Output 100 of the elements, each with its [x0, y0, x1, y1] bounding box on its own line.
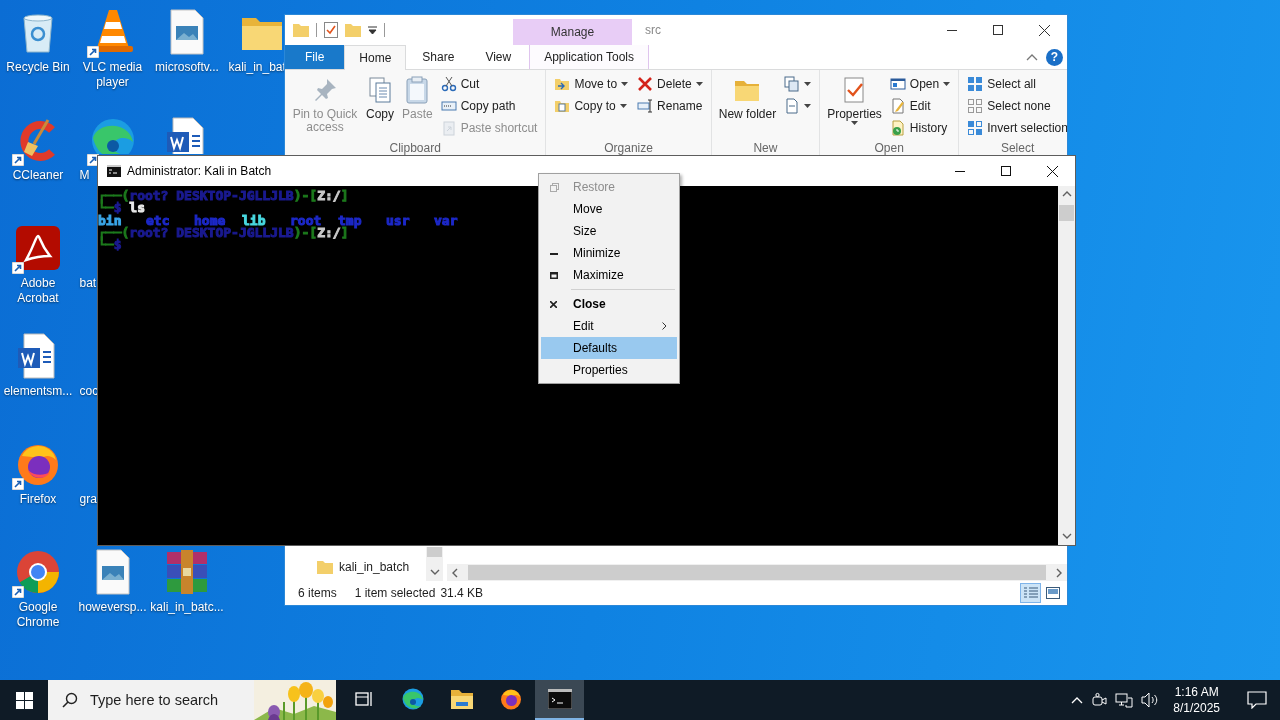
task-view-icon [354, 691, 373, 707]
terminal-icon[interactable] [107, 165, 121, 177]
rename-icon [637, 98, 654, 114]
shortcut-arrow-icon [12, 478, 24, 490]
volume-icon[interactable] [1141, 692, 1160, 708]
ribbon-button[interactable]: Properties [825, 73, 884, 125]
notification-icon [1247, 691, 1267, 709]
ribbon-button[interactable]: Copy path [437, 95, 541, 117]
status-text: 31.4 KB [440, 586, 484, 600]
ribbon-button[interactable]: Select none [964, 95, 1067, 117]
browser-icon [498, 687, 523, 711]
directory-name: var [434, 214, 459, 227]
icon-label: howeversp... [78, 600, 147, 615]
clock-time: 1:16 AM [1174, 684, 1219, 700]
menu-item[interactable]: Size [541, 220, 677, 242]
group-label: Select [999, 141, 1036, 156]
shortcut-arrow-icon [86, 46, 99, 58]
group-label: Clipboard [388, 141, 442, 156]
caret-down-icon [621, 82, 629, 86]
nav-item[interactable]: kali_in_batch [285, 556, 426, 578]
caret-down-icon[interactable] [368, 26, 377, 34]
directory-name: tmp [338, 214, 363, 227]
window-title: src [645, 22, 662, 39]
icon-label: Firefox [19, 492, 57, 507]
ribbon-button[interactable]: Select all [964, 73, 1067, 95]
menu-item[interactable]: Maximize [541, 264, 677, 286]
menu-item[interactable]: Properties [541, 359, 677, 381]
caret-down-icon [804, 104, 812, 108]
ribbon-button[interactable]: New folder [716, 73, 779, 121]
icon-label: kali_in_batc... [150, 600, 224, 615]
browser-icon [400, 687, 425, 711]
search-bar[interactable]: Type here to search [48, 680, 336, 720]
icon-label: elementsm... [3, 384, 73, 399]
checklist-icon[interactable] [324, 22, 338, 38]
shortcut-arrow-icon [12, 154, 24, 166]
icon-label: bat [78, 276, 97, 291]
new-item-icon [784, 76, 801, 92]
menu-item[interactable]: Move [541, 198, 677, 220]
history-icon [889, 120, 906, 136]
edit-icon [889, 98, 906, 114]
pdf-icon[interactable] [14, 224, 62, 272]
close-icon [550, 300, 557, 308]
ribbon-button[interactable]: Invert selection [964, 117, 1067, 139]
close-icon [1046, 165, 1058, 177]
vertical-scrollbar[interactable] [1058, 186, 1075, 545]
ribbon-button[interactable]: Rename [634, 95, 706, 117]
ribbon-tab[interactable]: Application Tools [529, 45, 650, 69]
help-button[interactable]: ? [1046, 48, 1063, 66]
menu-item[interactable]: Close [541, 293, 677, 315]
network-icon[interactable] [1115, 692, 1134, 708]
shortcut-arrow-icon [12, 262, 24, 274]
search-icon [62, 692, 78, 708]
scissors-icon [440, 76, 457, 92]
directory-name: root [290, 214, 323, 227]
group-label: New [752, 141, 779, 156]
ribbon-button[interactable]: Cut [437, 73, 541, 95]
ribbon-tab[interactable]: Home [344, 45, 407, 70]
select-all-icon [967, 76, 984, 92]
scrollbar-thumb[interactable] [427, 547, 442, 557]
menu-item[interactable]: Edit [541, 315, 677, 337]
show-hidden-icons-icon[interactable] [1071, 696, 1084, 704]
directory-name: etc [146, 214, 171, 227]
large-icons-view-icon [1045, 587, 1060, 599]
directory-name: bin [98, 214, 122, 227]
maximize-icon [1001, 166, 1011, 176]
ribbon-button[interactable]: History [886, 117, 954, 139]
caret-down-icon [851, 121, 858, 125]
menu-item[interactable]: Defaults [541, 337, 677, 359]
collapse-ribbon-icon[interactable] [1026, 53, 1038, 61]
icon-label: coc [78, 384, 99, 399]
ribbon-button[interactable]: Edit [886, 95, 954, 117]
browser-icon[interactable] [14, 548, 62, 596]
directory-name: lib [242, 214, 267, 227]
scrollbar-thumb[interactable] [468, 565, 1046, 580]
icon-label: kali_in_bat [227, 60, 286, 75]
select-none-icon [967, 98, 984, 114]
icon-label: M [78, 168, 90, 183]
details-view-icon [1023, 587, 1038, 599]
vertical-scrollbar[interactable] [426, 547, 443, 581]
search-field[interactable]: Type here to search [90, 692, 254, 708]
ribbon-button[interactable]: Move to [551, 73, 632, 95]
window-icon [889, 76, 906, 92]
invert-selection-icon [967, 120, 984, 136]
caret-down-icon [695, 82, 703, 86]
ribbon-button[interactable]: Open [886, 73, 954, 95]
horizontal-scrollbar[interactable] [447, 564, 1067, 581]
scrollbar-thumb[interactable] [1059, 205, 1074, 221]
caret-down-icon [804, 82, 812, 86]
ribbon-button[interactable]: Delete [634, 73, 706, 95]
status-text: 1 item selected [354, 586, 436, 600]
path-icon [440, 98, 457, 114]
menu-item[interactable]: Minimize [541, 242, 677, 264]
taskbar-app-button[interactable] [535, 680, 584, 720]
meet-icon[interactable] [1091, 692, 1108, 708]
ribbon-tab[interactable]: File [285, 45, 345, 69]
clock[interactable]: 1:16 AM 8/1/2025 [1167, 684, 1226, 716]
group-label: Organize [603, 141, 654, 156]
ribbon-button[interactable]: Copy to [551, 95, 632, 117]
ribbon-button[interactable]: Copy [363, 73, 397, 121]
icon-label: Adobe Acrobat [16, 276, 60, 306]
